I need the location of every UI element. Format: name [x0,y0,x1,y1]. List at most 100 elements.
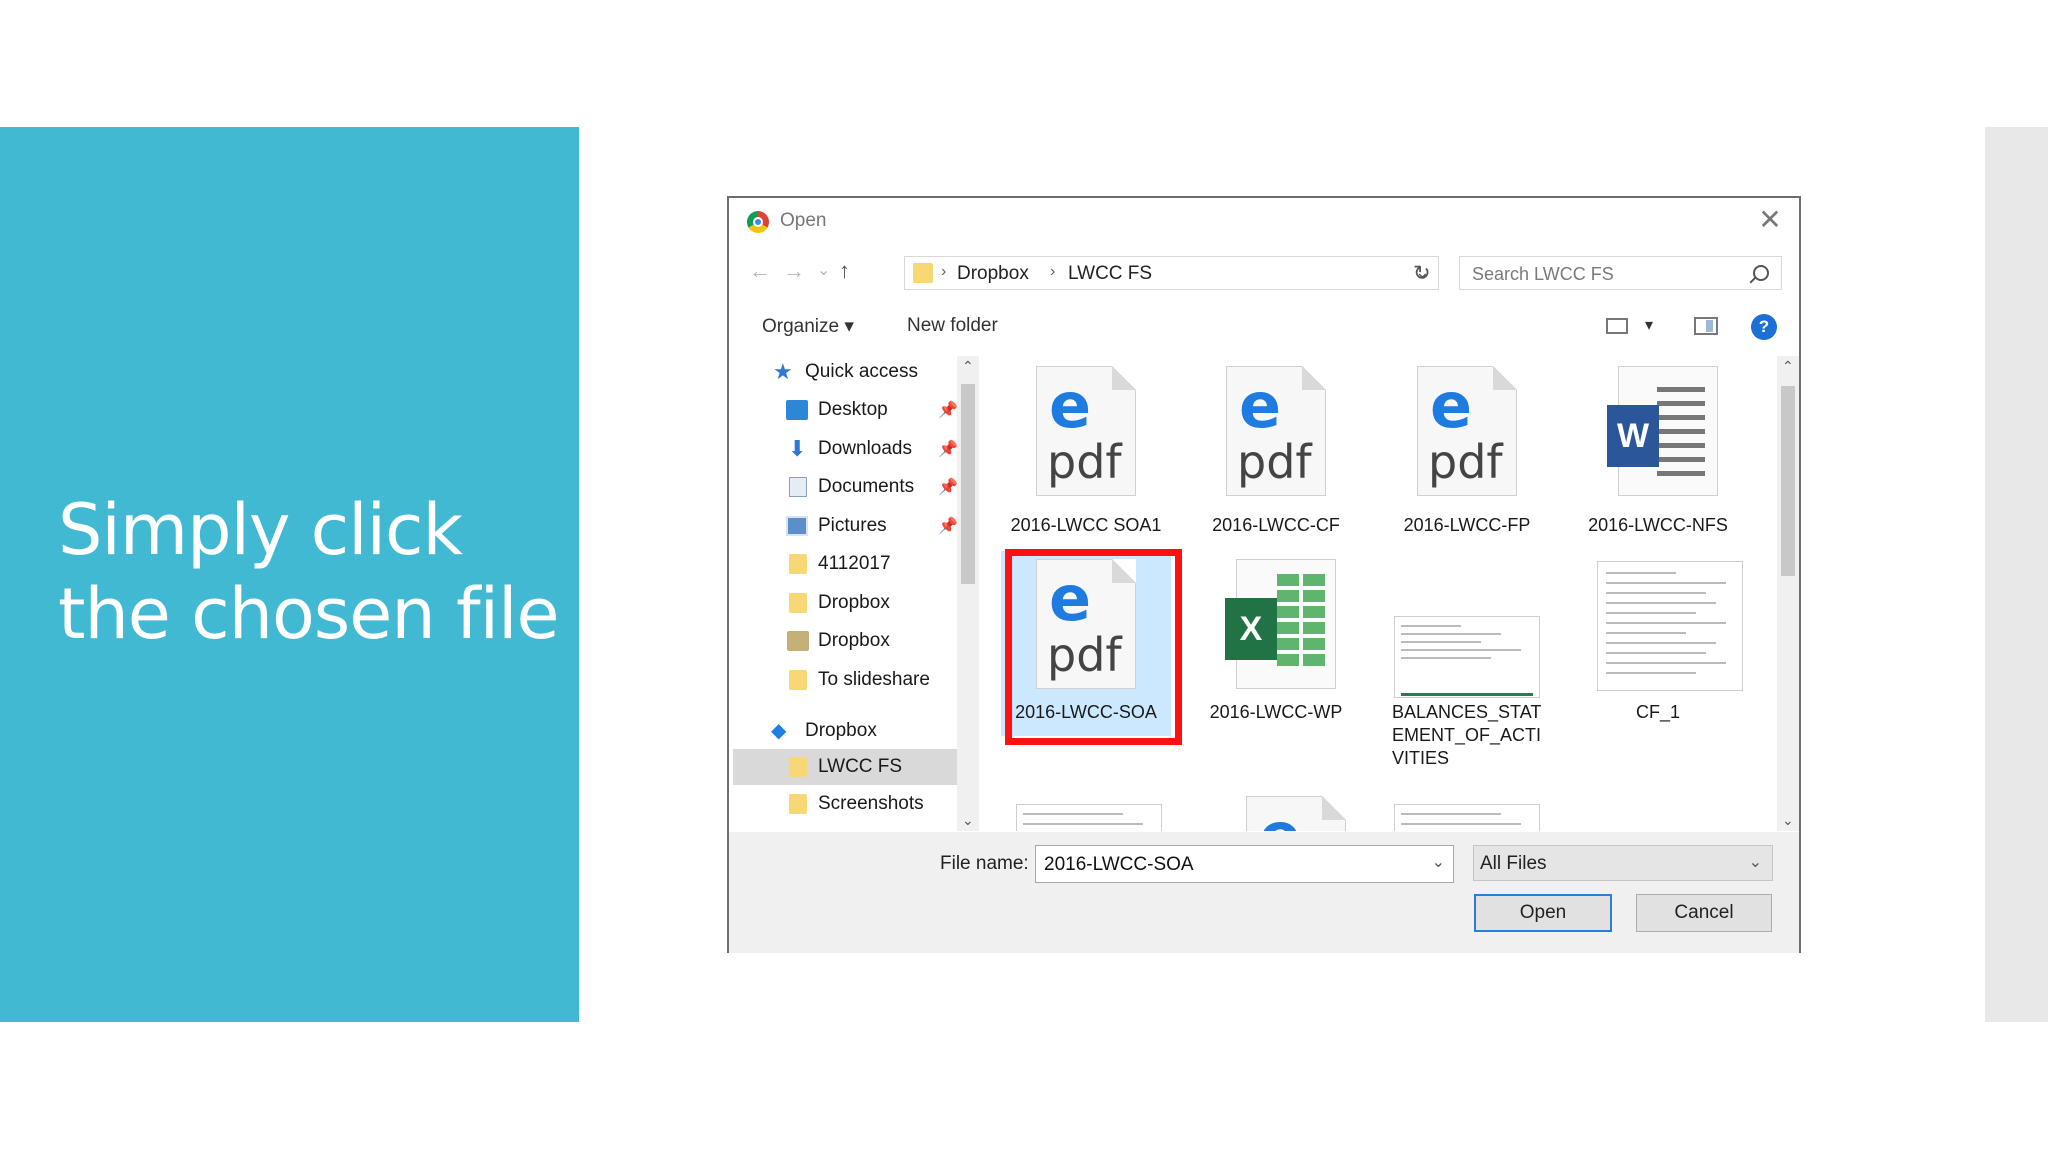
file-name: CF_1 [1635,702,1680,722]
file-tile-2016-lwcc-nfs[interactable]: W 2016-LWCC-NFS [1573,366,1743,551]
cancel-button[interactable]: Cancel [1636,894,1772,932]
desktop-icon [786,400,808,420]
nav-item-label: Downloads [818,438,912,459]
folder-icon [789,554,807,574]
partial-pdf-file-icon[interactable]: e [1246,796,1346,831]
refresh-icon[interactable]: ↻ [1413,261,1431,286]
edge-logo-icon: e [1259,805,1301,832]
folder-icon [789,670,807,690]
nav-item-label: Dropbox [818,592,890,613]
slide-caption-line-2: the chosen file [58,573,560,655]
close-button[interactable]: ✕ [1753,204,1787,236]
pdf-file-icon: e pdf [1226,366,1326,496]
forward-button[interactable]: → [783,258,805,284]
folder-icon [789,757,807,777]
nav-item-label: Dropbox [805,720,877,741]
up-button[interactable]: ↑ [839,258,850,284]
view-options-dropdown-icon[interactable]: ▾ [1645,315,1653,335]
file-tile-2016-lwcc-wp[interactable]: X 2016-LWCC-WP [1191,551,1361,736]
nav-item-label: Screenshots [818,793,924,814]
navigation-scrollbar[interactable]: ⌃ ⌄ [957,356,979,831]
nav-item-label: To slideshare [818,669,930,690]
search-box[interactable] [1459,256,1782,290]
nav-item-dropbox-root[interactable]: ◆ Dropbox [733,713,959,749]
recent-locations-button[interactable]: ⌄ [817,260,830,280]
slide-caption: Simply click the chosen file [58,488,560,656]
file-tile-2016-lwcc-soa1[interactable]: e pdf 2016-LWCC SOA1 [1001,366,1171,551]
nav-item-dropbox-user[interactable]: Dropbox [733,623,959,659]
nav-item-label: 4112017 [818,553,891,574]
chevron-down-icon[interactable]: ⌄ [1432,852,1445,872]
dialog-title: Open [780,210,827,231]
nav-item-label: LWCC FS [818,756,903,777]
breadcrumb-separator-icon: › [1050,263,1056,280]
scroll-up-icon[interactable]: ⌃ [962,358,974,375]
scroll-down-icon[interactable]: ⌄ [1782,812,1794,829]
file-tile-2016-lwcc-fp[interactable]: e pdf 2016-LWCC-FP [1382,366,1552,551]
scroll-down-icon[interactable]: ⌄ [962,812,974,829]
scroll-up-icon[interactable]: ⌃ [1782,358,1794,375]
search-icon[interactable] [1753,265,1769,281]
word-logo-icon: W [1607,405,1659,467]
file-list-scrollbar[interactable]: ⌃ ⌄ [1777,356,1799,831]
partial-image-thumbnail-icon[interactable] [1394,804,1540,831]
breadcrumb-dropbox[interactable]: Dropbox [957,263,1029,285]
nav-item-label: Documents [818,476,915,497]
nav-item-dropbox-folder[interactable]: Dropbox [733,585,959,621]
file-tile-balances-statement[interactable]: BALANCES_STAT EMENT_OF_ACTI VITIES [1382,551,1552,768]
chevron-down-icon: ⌄ [1748,854,1762,871]
breadcrumb-separator-icon: › [941,263,947,280]
nav-item-quick-access[interactable]: ★ Quick access [733,354,959,390]
pin-icon: 📌 [938,441,958,458]
file-name-combobox[interactable]: ⌄ [1035,845,1454,883]
edge-logo-icon: e [1239,369,1282,442]
search-input[interactable] [1470,261,1734,287]
navigation-bar: ← → ⌄ ↑ › Dropbox › LWCC FS ⌄ ↻ [729,254,1799,294]
partial-image-thumbnail-icon[interactable] [1016,804,1162,831]
nav-item-pictures[interactable]: Pictures 📌 [733,508,959,544]
nav-item-label: Dropbox [818,630,890,651]
file-type-select[interactable]: All Files ⌄ [1473,845,1773,881]
scrollbar-thumb[interactable] [1781,386,1795,576]
file-name: 2016-LWCC-CF [1212,515,1340,535]
change-view-icon[interactable] [1606,318,1628,334]
back-button[interactable]: ← [749,258,771,284]
file-name-label: File name: [940,853,1029,874]
image-thumbnail-icon [1394,616,1540,698]
file-tile-cf-1[interactable]: CF_1 [1573,551,1743,736]
new-folder-button[interactable]: New folder [907,315,998,337]
nav-item-screenshots[interactable]: Screenshots [733,786,959,822]
scrollbar-thumb[interactable] [961,384,975,584]
slide-caption-line-1: Simply click [58,489,463,571]
breadcrumb-lwcc-fs[interactable]: LWCC FS [1068,263,1152,285]
help-icon[interactable]: ? [1751,314,1777,340]
nav-item-lwcc-fs[interactable]: LWCC FS [733,749,959,785]
file-name: 2016-LWCC-FP [1403,515,1531,535]
file-name: BALANCES_STAT EMENT_OF_ACTI VITIES [1392,702,1542,768]
nav-item-4112017[interactable]: 4112017 [733,546,959,582]
file-name: 2016-LWCC-WP [1209,702,1343,722]
open-button[interactable]: Open [1474,894,1612,932]
folder-icon [789,593,807,613]
address-bar[interactable]: › Dropbox › LWCC FS ⌄ [904,256,1439,290]
file-name-input[interactable] [1042,852,1406,878]
user-folder-icon [787,631,809,651]
open-file-dialog: Open ✕ ← → ⌄ ↑ › Dropbox › LWCC FS ⌄ ↻ O… [727,196,1801,953]
pdf-label: pdf [1237,435,1312,489]
folder-icon [789,794,807,814]
nav-item-downloads[interactable]: ⬇ Downloads 📌 [733,431,959,467]
dropbox-icon: ◆ [771,720,787,742]
nav-item-documents[interactable]: Documents 📌 [733,469,959,505]
nav-item-label: Quick access [805,361,918,382]
organize-menu[interactable]: Organize ▾ [762,315,854,338]
pdf-label: pdf [1047,435,1122,489]
excel-file-icon: X [1225,559,1336,689]
image-thumbnail-icon [1597,561,1743,691]
edge-logo-icon: e [1430,369,1473,442]
preview-pane-icon[interactable] [1694,317,1718,335]
excel-logo-icon: X [1225,598,1277,660]
nav-item-desktop[interactable]: Desktop 📌 [733,392,959,428]
dialog-footer: File name: ⌄ All Files ⌄ Open Cancel [729,832,1799,953]
file-tile-2016-lwcc-cf[interactable]: e pdf 2016-LWCC-CF [1191,366,1361,551]
nav-item-to-slideshare[interactable]: To slideshare [733,662,959,698]
